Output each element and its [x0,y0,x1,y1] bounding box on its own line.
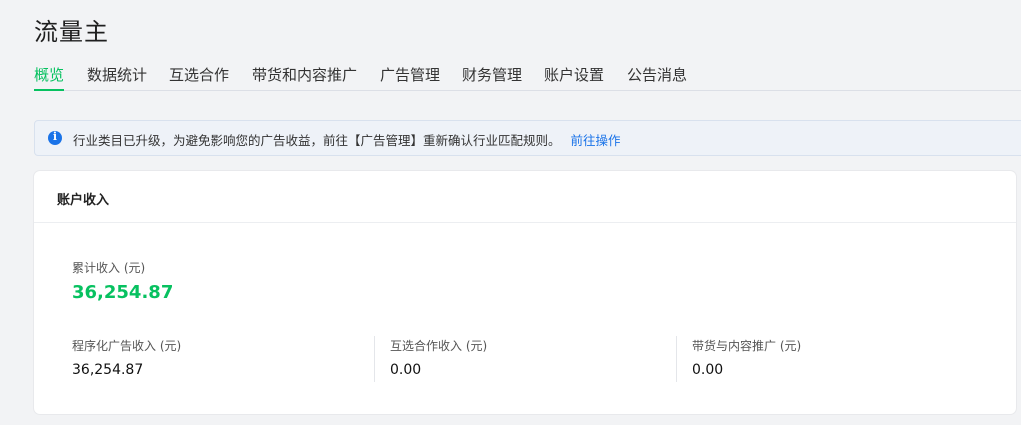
tab-finance-management[interactable]: 财务管理 [462,64,522,90]
stat-mutual-selection-income: 互选合作收入 (元) 0.00 [390,337,487,381]
main-tabs: 概览 数据统计 互选合作 带货和内容推广 广告管理 财务管理 账户设置 公告消息 [34,64,1021,91]
stat-label: 互选合作收入 (元) [390,339,488,353]
notice-message: 行业类目已升级，为避免影响您的广告收益，前往【广告管理】重新确认行业匹配规则。 [73,133,561,148]
card-divider [34,222,1016,223]
tab-announcements[interactable]: 公告消息 [627,64,687,90]
total-income-value: 36,254.87 [72,282,174,303]
page-title: 流量主 [34,18,109,46]
stat-commerce-promotion-income: 带货与内容推广 (元) 0.00 [692,337,801,381]
stat-value: 36,254.87 [72,362,144,378]
stat-divider [374,336,375,382]
tab-commerce-promotion[interactable]: 带货和内容推广 [252,64,357,90]
stat-programmatic-ad-income: 程序化广告收入 (元) 36,254.87 [72,337,181,381]
tab-ad-management[interactable]: 广告管理 [380,64,440,90]
total-income-label: 累计收入 (元) [72,261,146,275]
card-title: 账户收入 [57,193,110,208]
tab-account-settings[interactable]: 账户设置 [544,64,604,90]
info-icon [48,130,62,145]
notice-text: 行业类目已升级，为避免影响您的广告收益，前往【广告管理】重新确认行业匹配规则。 … [73,130,621,149]
notice-action-link[interactable]: 前往操作 [571,133,621,148]
tab-data-statistics[interactable]: 数据统计 [87,64,147,90]
stat-label: 程序化广告收入 (元) [72,339,182,353]
tab-mutual-selection[interactable]: 互选合作 [169,64,229,90]
stat-label: 带货与内容推广 (元) [692,339,802,353]
notice-banner: 行业类目已升级，为避免影响您的广告收益，前往【广告管理】重新确认行业匹配规则。 … [34,120,1021,156]
tab-overview[interactable]: 概览 [34,64,65,91]
account-income-card: 账户收入 累计收入 (元) 36,254.87 程序化广告收入 (元) 36,2… [34,171,1016,414]
stat-value: 0.00 [692,362,724,378]
stat-divider [676,336,677,382]
stat-value: 0.00 [390,362,422,378]
